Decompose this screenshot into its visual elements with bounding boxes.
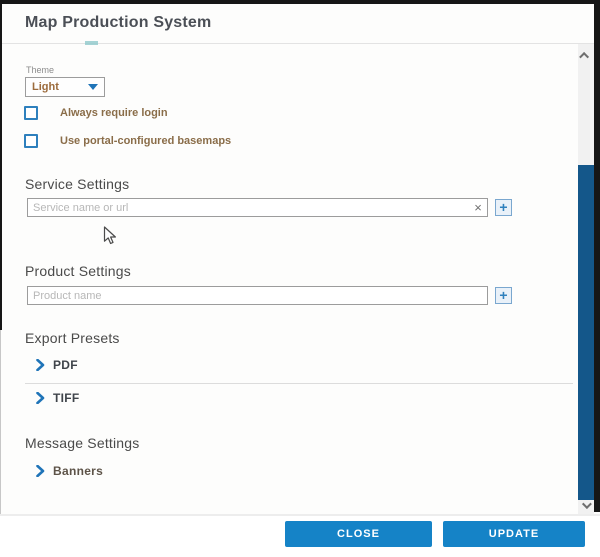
chevron-right-icon [36, 465, 45, 477]
expander-label: TIFF [53, 391, 80, 405]
close-button[interactable]: CLOSE [285, 521, 432, 547]
clear-icon[interactable]: × [470, 199, 486, 216]
scrolled-content-fragment [85, 41, 98, 45]
checkbox-portal-basemaps[interactable] [24, 134, 38, 148]
chevron-right-icon [36, 392, 45, 404]
checkbox-always-require-login[interactable] [24, 106, 38, 120]
scrollbar-up-arrow-icon[interactable] [582, 52, 590, 60]
add-service-button[interactable]: + [495, 199, 512, 216]
product-settings-heading: Product Settings [25, 263, 131, 279]
checkbox-label: Always require login [60, 107, 168, 119]
theme-selected-value: Light [32, 81, 88, 93]
expander-pdf[interactable]: PDF [36, 358, 78, 372]
scrollbar-down-arrow-icon[interactable] [582, 502, 590, 510]
service-name-input[interactable] [27, 198, 488, 217]
map-production-system-dialog: Map Production System Theme Light Always… [0, 0, 600, 557]
checkbox-label: Use portal-configured basemaps [60, 135, 231, 147]
caret-down-icon [88, 84, 98, 90]
window-border-left [0, 0, 2, 330]
update-button[interactable]: UPDATE [443, 521, 585, 547]
expander-banners[interactable]: Banners [36, 464, 103, 478]
window-border-top [0, 0, 600, 4]
export-presets-heading: Export Presets [25, 330, 120, 346]
window-border-right [594, 0, 600, 512]
footer: CLOSE UPDATE [0, 516, 600, 557]
checkbox-row-portal-basemaps[interactable]: Use portal-configured basemaps [24, 134, 231, 148]
add-product-button[interactable]: + [495, 287, 512, 304]
product-name-input[interactable] [27, 286, 488, 305]
expander-tiff[interactable]: TIFF [36, 391, 80, 405]
message-settings-heading: Message Settings [25, 435, 139, 451]
chevron-right-icon [36, 359, 45, 371]
theme-select[interactable]: Light [25, 77, 105, 97]
scrollbar-thumb[interactable] [578, 165, 594, 500]
checkbox-row-always-require-login[interactable]: Always require login [24, 106, 168, 120]
service-settings-heading: Service Settings [25, 176, 129, 192]
preset-divider [25, 383, 573, 384]
expander-label: PDF [53, 358, 78, 372]
mouse-cursor [103, 226, 117, 246]
dialog-title: Map Production System [25, 14, 211, 32]
theme-field-label: Theme [26, 65, 54, 75]
expander-label: Banners [53, 464, 103, 478]
